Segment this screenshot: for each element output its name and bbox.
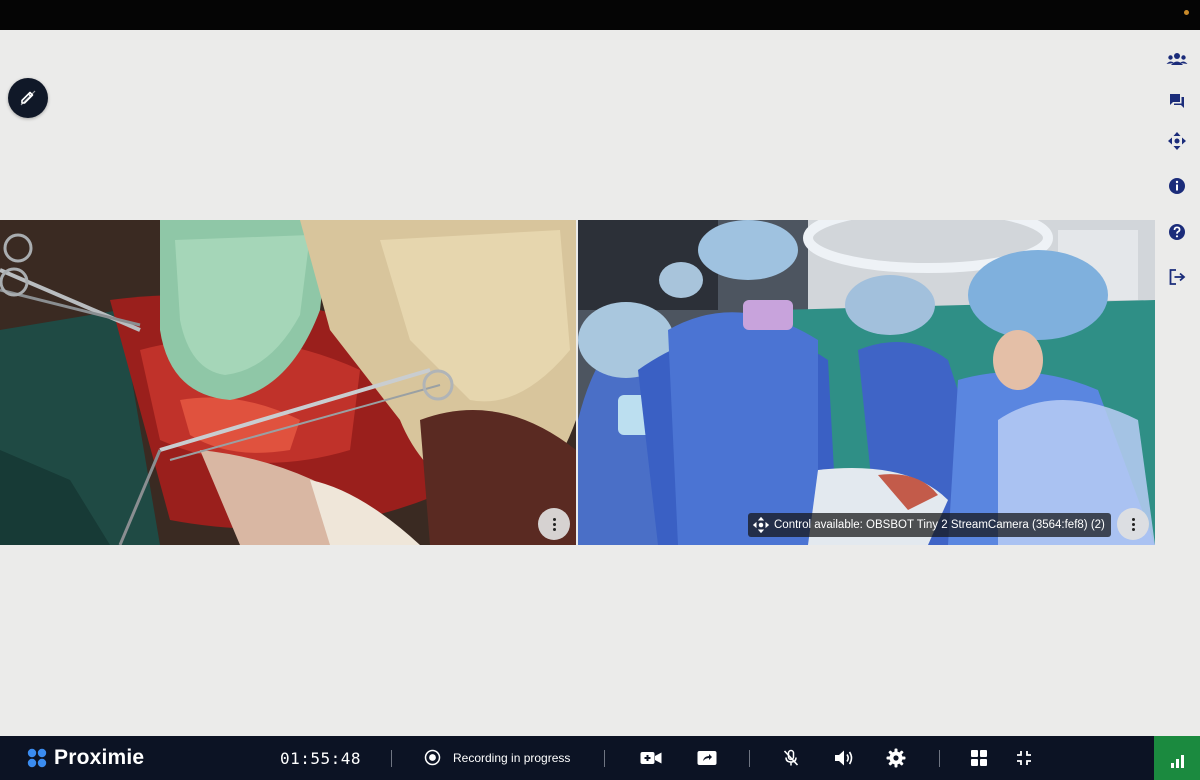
- mute-button[interactable]: [780, 747, 802, 769]
- gear-icon: [886, 748, 906, 768]
- session-timer: 01:55:48: [280, 749, 362, 768]
- mic-off-icon: [783, 749, 799, 766]
- tile-menu-button[interactable]: [538, 508, 570, 540]
- share-screen-button[interactable]: [696, 747, 718, 769]
- divider: [391, 750, 392, 767]
- annotate-button[interactable]: [8, 78, 48, 118]
- video-stage: Control available: OBSBOT Tiny 2 StreamC…: [0, 220, 1155, 545]
- divider: [939, 750, 940, 767]
- divider: [604, 750, 605, 767]
- move-arrows-icon: [1168, 132, 1186, 150]
- camera-button[interactable]: [640, 747, 662, 769]
- people-icon: [1166, 53, 1188, 65]
- surgical-field-video: [0, 220, 576, 545]
- collapse-button[interactable]: [1013, 747, 1035, 769]
- more-vertical-icon: [1131, 517, 1135, 531]
- camera-control-button[interactable]: [1166, 130, 1188, 152]
- brand-name: Proximie: [54, 746, 145, 769]
- tile-menu-button[interactable]: [1117, 508, 1149, 540]
- more-vertical-icon: [552, 517, 556, 531]
- volume-icon: [835, 750, 853, 766]
- stats-button[interactable]: [1154, 736, 1200, 780]
- chat-button[interactable]: [1166, 90, 1188, 112]
- camera-control-chip[interactable]: Control available: OBSBOT Tiny 2 StreamC…: [748, 513, 1111, 537]
- proximie-logo-icon: [27, 748, 47, 768]
- info-icon: [1169, 178, 1185, 194]
- help-button[interactable]: [1166, 221, 1188, 243]
- pencil-edit-icon: [20, 90, 36, 106]
- operating-room-video: [578, 220, 1155, 545]
- status-dot: [1184, 10, 1189, 15]
- top-bar: [0, 0, 1200, 30]
- recording-label: Recording in progress: [453, 750, 571, 765]
- surgical-field-feed[interactable]: [0, 220, 576, 545]
- layout-button[interactable]: [968, 747, 990, 769]
- volume-button[interactable]: [833, 747, 855, 769]
- help-icon: [1169, 224, 1185, 240]
- participants-button[interactable]: [1166, 48, 1188, 70]
- divider: [749, 750, 750, 767]
- operating-room-feed[interactable]: Control available: OBSBOT Tiny 2 StreamC…: [578, 220, 1155, 545]
- right-rail: [1154, 30, 1200, 736]
- bottom-bar: Proximie 01:55:48 Recording in progress: [0, 736, 1200, 780]
- video-plus-icon: [640, 752, 662, 764]
- move-arrows-icon: [752, 516, 770, 534]
- leave-button[interactable]: [1166, 266, 1188, 288]
- brand-logo: Proximie: [26, 746, 144, 770]
- chat-icon: [1170, 94, 1184, 108]
- recording-indicator[interactable]: Recording in progress: [424, 749, 570, 766]
- collapse-icon: [1017, 751, 1031, 765]
- control-chip-text: Control available: OBSBOT Tiny 2 StreamC…: [774, 519, 1105, 531]
- info-button[interactable]: [1166, 175, 1188, 197]
- signal-bars-icon: [1170, 755, 1184, 768]
- settings-button[interactable]: [885, 747, 907, 769]
- record-icon: [424, 749, 441, 766]
- exit-icon: [1169, 269, 1186, 285]
- screen-share-icon: [697, 751, 717, 765]
- grid-icon: [971, 750, 987, 766]
